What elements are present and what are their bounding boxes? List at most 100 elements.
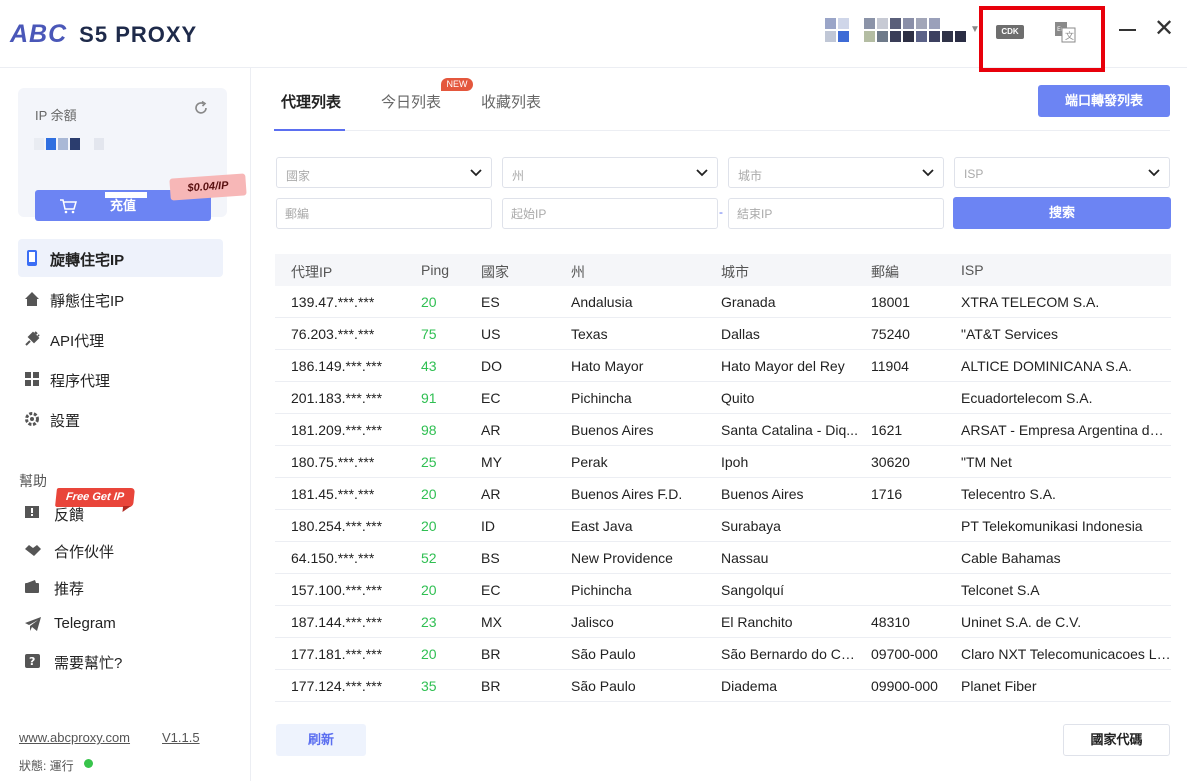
minimize-button[interactable] bbox=[1118, 18, 1138, 38]
state-cell: East Java bbox=[571, 518, 633, 534]
help-support[interactable]: ? 需要幫忙? bbox=[24, 648, 214, 676]
tab-favorites[interactable]: 收藏列表 bbox=[481, 91, 541, 112]
website-link[interactable]: www.abcproxy.com bbox=[19, 730, 130, 745]
isp-select-value: ISP bbox=[964, 167, 984, 181]
table-row[interactable]: 181.209.***.*** 98 AR Buenos Aires Santa Cat… bbox=[275, 414, 1171, 446]
proxy-ip-cell: 187.144.***.*** bbox=[291, 614, 383, 630]
table-row[interactable]: 177.124.***.*** 35 BR São Paulo Diadema 09900… bbox=[275, 670, 1171, 702]
zip-cell: 75240 bbox=[871, 326, 910, 342]
gear-icon bbox=[25, 412, 39, 426]
ping-cell: 20 bbox=[421, 582, 437, 598]
city-cell: Hato Mayor del Rey bbox=[721, 358, 845, 374]
country-code-button[interactable]: 國家代碼 bbox=[1063, 724, 1170, 756]
table-row[interactable]: 139.47.***.*** 20 ES Andalusia Granada 18001 X… bbox=[275, 286, 1171, 318]
nav-label: 旋轉住宅IP bbox=[50, 252, 125, 269]
table-row[interactable]: 201.183.***.*** 91 EC Pichincha Quito Ecuador… bbox=[275, 382, 1171, 414]
proxy-ip-cell: 186.149.***.*** bbox=[291, 358, 383, 374]
ping-cell: 25 bbox=[421, 454, 437, 470]
proxy-ip-cell: 157.100.***.*** bbox=[291, 582, 383, 598]
country-cell: EC bbox=[481, 390, 501, 406]
tabs-divider bbox=[274, 130, 1170, 131]
table-row[interactable]: 181.45.***.*** 20 AR Buenos Aires F.D. Bueno… bbox=[275, 478, 1171, 510]
nav-program-proxy[interactable]: 程序代理 bbox=[18, 360, 223, 398]
zip-input[interactable] bbox=[276, 198, 492, 229]
isp-cell: Claro NXT Telecomunicacoes Ltda bbox=[961, 646, 1171, 662]
port-forward-list-button[interactable]: 端口轉發列表 bbox=[1038, 85, 1170, 117]
table-row[interactable]: 180.75.***.*** 25 MY Perak Ipoh 30620 "TM Net bbox=[275, 446, 1171, 478]
table-row[interactable]: 76.203.***.*** 75 US Texas Dallas 75240 "AT&T … bbox=[275, 318, 1171, 350]
new-badge: NEW bbox=[441, 78, 473, 91]
proxy-ip-cell: 139.47.***.*** bbox=[291, 294, 375, 310]
proxy-ip-cell: 201.183.***.*** bbox=[291, 390, 383, 406]
zip-cell: 48310 bbox=[871, 614, 910, 630]
help-telegram[interactable]: Telegram bbox=[24, 611, 214, 639]
cart-icon bbox=[60, 199, 77, 214]
ping-cell: 20 bbox=[421, 518, 437, 534]
wallet-icon bbox=[25, 580, 39, 593]
help-partner[interactable]: 合作伙伴 bbox=[24, 537, 214, 565]
refresh-button[interactable]: 刷新 bbox=[276, 724, 366, 756]
proxy-ip-cell: 181.209.***.*** bbox=[291, 422, 383, 438]
user-name-pixelated[interactable] bbox=[825, 31, 966, 42]
search-button[interactable]: 搜索 bbox=[953, 197, 1171, 229]
help-feedback[interactable]: 反饋 bbox=[24, 500, 214, 528]
proxy-ip-cell: 177.124.***.*** bbox=[291, 678, 383, 694]
help-label: Telegram bbox=[54, 615, 116, 632]
isp-cell: ARSAT - Empresa Argentina de ... bbox=[961, 422, 1171, 438]
help-referral[interactable]: 推荐 bbox=[24, 574, 214, 602]
isp-cell: Telconet S.A bbox=[961, 582, 1040, 598]
ping-cell: 20 bbox=[421, 486, 437, 502]
cdk-button[interactable]: CDK bbox=[996, 25, 1024, 39]
table-row[interactable]: 186.149.***.*** 43 DO Hato Mayor Hato Mayor … bbox=[275, 350, 1171, 382]
city-select[interactable]: 城市 bbox=[728, 157, 944, 188]
nav-rotating-residential[interactable]: 旋轉住宅IP bbox=[18, 239, 223, 277]
state-select[interactable]: 州 bbox=[502, 157, 718, 188]
table-row[interactable]: 187.144.***.*** 23 MX Jalisco El Ranchito 483… bbox=[275, 606, 1171, 638]
close-button[interactable]: ✕ bbox=[1153, 17, 1175, 41]
tab-today-list[interactable]: 今日列表 bbox=[381, 91, 441, 112]
table-row[interactable]: 64.150.***.*** 52 BS New Providence Nassau Ca… bbox=[275, 542, 1171, 574]
proxy-ip-cell: 64.150.***.*** bbox=[291, 550, 375, 566]
table-row[interactable]: 157.100.***.*** 20 EC Pichincha Sangolquí Tel… bbox=[275, 574, 1171, 606]
sidebar: IP 余額 充值 $0.04/IP 旋轉住宅IP 靜態住宅IP API代理 程序… bbox=[0, 68, 251, 781]
state-cell: Buenos Aires bbox=[571, 422, 654, 438]
isp-cell: Planet Fiber bbox=[961, 678, 1037, 694]
proxy-table: 代理IP Ping 國家 州 城市 郵編 ISP 139.47.***.*** 2… bbox=[275, 254, 1171, 702]
logo-product: S5 PROXY bbox=[79, 21, 198, 47]
proxy-ip-cell: 76.203.***.*** bbox=[291, 326, 375, 342]
table-row[interactable]: 177.181.***.*** 20 BR São Paulo São Bernardo… bbox=[275, 638, 1171, 670]
help-section-title: 幫助 bbox=[19, 473, 47, 489]
nav-api-proxy[interactable]: API代理 bbox=[18, 320, 223, 358]
state-cell: São Paulo bbox=[571, 646, 636, 662]
version-label: V1.1.5 bbox=[162, 730, 200, 745]
language-icon[interactable]: En 文 bbox=[1054, 21, 1076, 43]
refresh-icon[interactable] bbox=[193, 100, 209, 116]
help-label: 合作伙伴 bbox=[54, 544, 115, 561]
table-body: 139.47.***.*** 20 ES Andalusia Granada 18001 X… bbox=[275, 286, 1171, 702]
city-cell: Ipoh bbox=[721, 454, 749, 470]
ping-cell: 35 bbox=[421, 678, 437, 694]
tab-proxy-list[interactable]: 代理列表 bbox=[281, 91, 341, 112]
state-select-value: 州 bbox=[512, 169, 525, 183]
phone-icon bbox=[27, 250, 37, 266]
isp-cell: Uninet S.A. de C.V. bbox=[961, 614, 1082, 630]
isp-select[interactable]: ISP bbox=[954, 157, 1170, 188]
country-cell: BR bbox=[481, 646, 501, 662]
header: ABC S5 PROXY ▼ CDK En 文 ✕ bbox=[0, 0, 1187, 72]
column-header: 國家 bbox=[481, 264, 509, 280]
country-cell: ES bbox=[481, 294, 500, 310]
end-ip-input[interactable] bbox=[728, 198, 944, 229]
city-cell: Diadema bbox=[721, 678, 778, 694]
state-cell: São Paulo bbox=[571, 678, 636, 694]
user-avatar-pixelated[interactable] bbox=[825, 18, 940, 29]
column-header: ISP bbox=[961, 262, 984, 278]
table-row[interactable]: 180.254.***.*** 20 ID East Java Surabaya PT T… bbox=[275, 510, 1171, 542]
zip-cell: 30620 bbox=[871, 454, 910, 470]
nav-static-residential[interactable]: 靜態住宅IP bbox=[18, 280, 223, 318]
country-select[interactable]: 國家 bbox=[276, 157, 492, 188]
nav-settings[interactable]: 設置 bbox=[18, 400, 223, 438]
zip-cell: 09700-000 bbox=[871, 646, 938, 662]
start-ip-input[interactable] bbox=[502, 198, 718, 229]
country-cell: MY bbox=[481, 454, 502, 470]
zip-cell: 09900-000 bbox=[871, 678, 938, 694]
